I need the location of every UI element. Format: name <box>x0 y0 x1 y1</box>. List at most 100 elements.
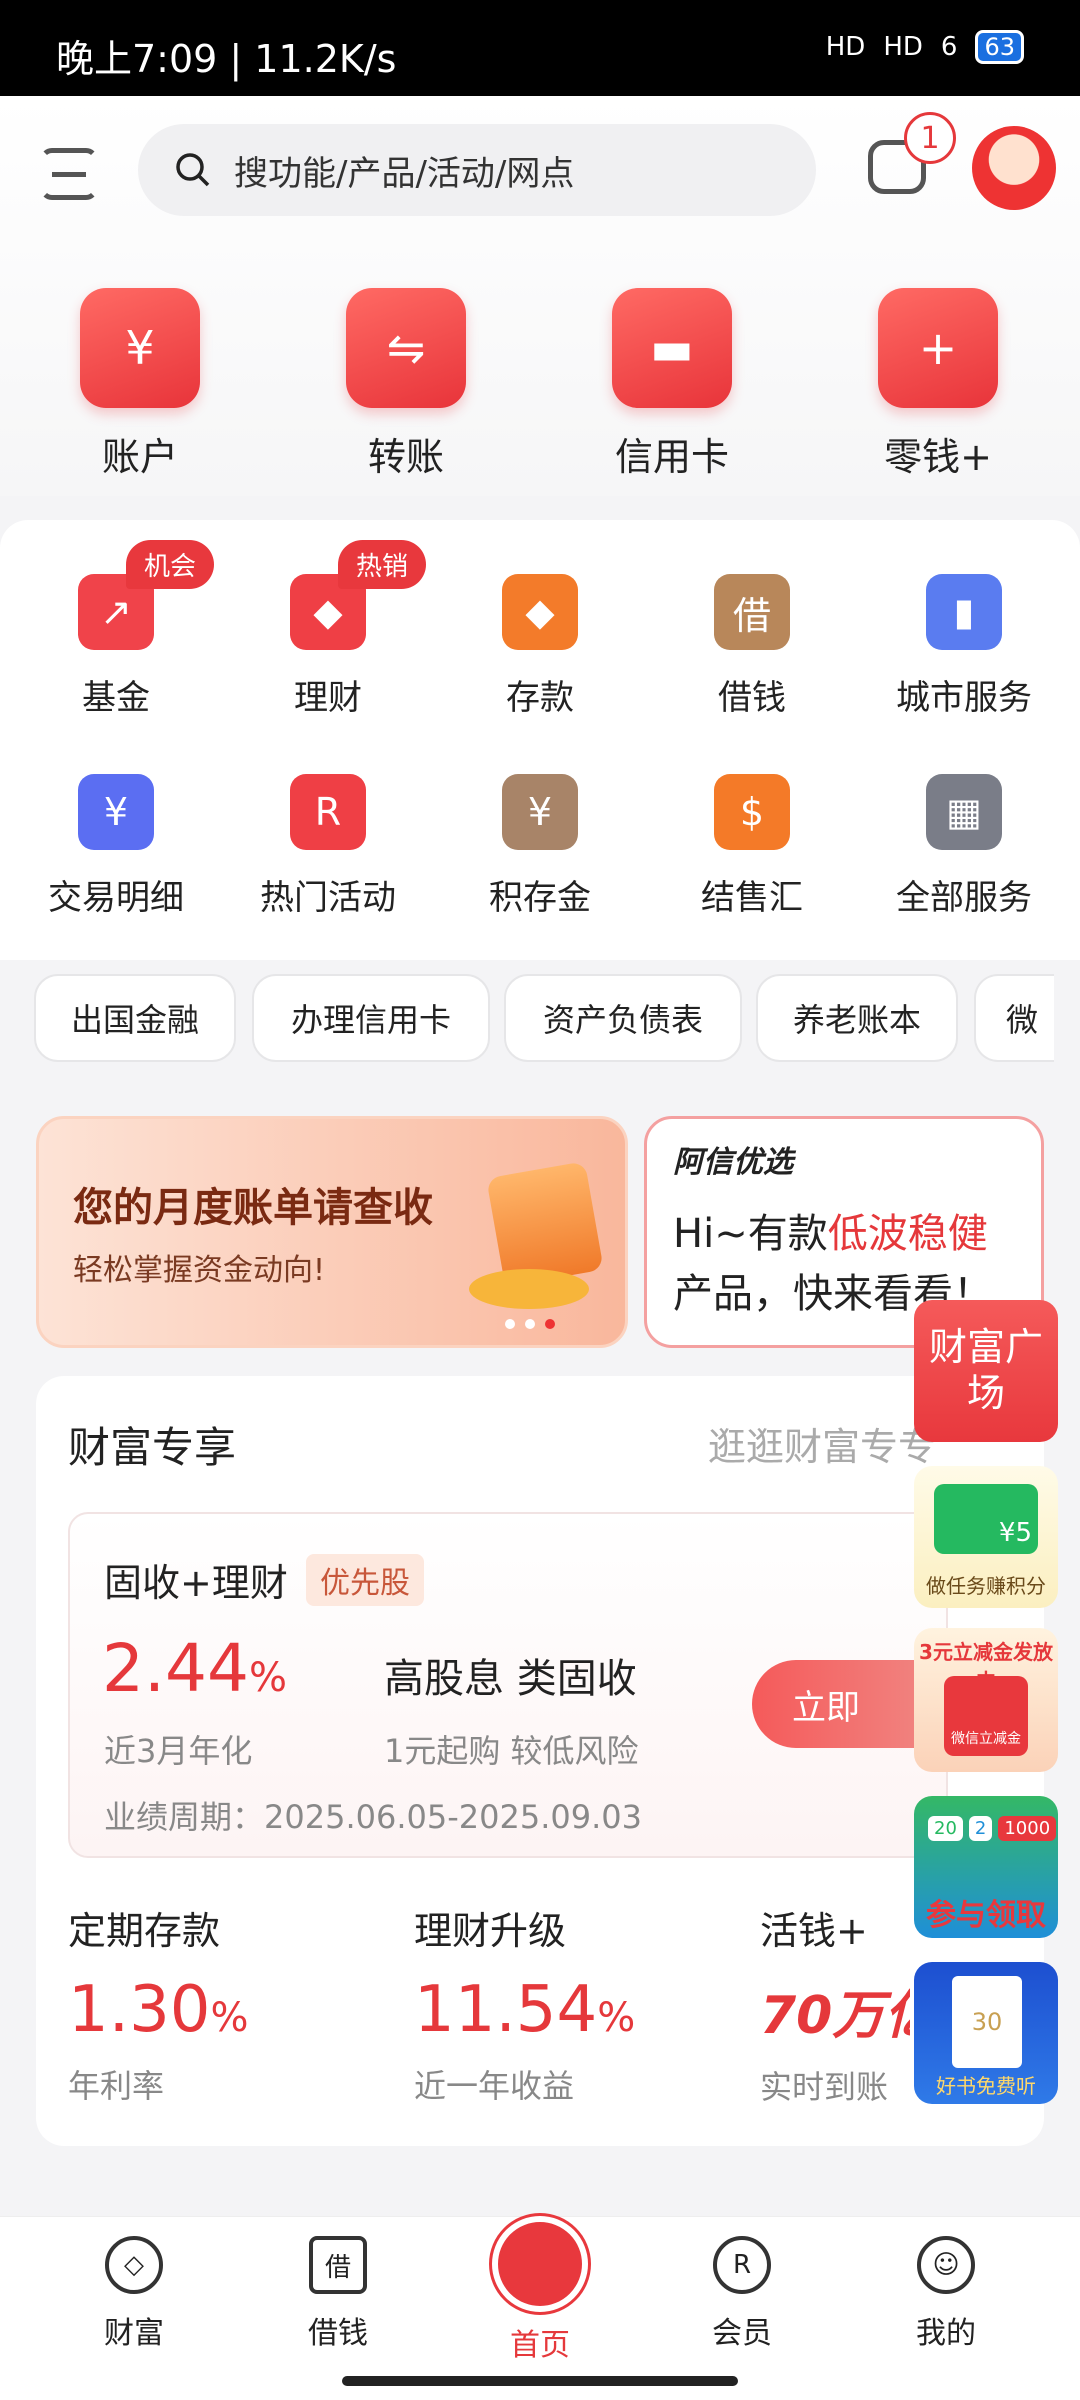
service-icon: R <box>290 774 366 850</box>
service-label: 理财 <box>294 678 362 718</box>
task-label: 做任务赚积分 <box>926 1574 1046 1598</box>
nav-3[interactable]: R 会员 <box>662 2236 822 2352</box>
bill-illustration-icon <box>486 1161 604 1287</box>
nav-icon: ◇ <box>105 2236 163 2294</box>
battery-icon: 63 <box>975 30 1024 64</box>
top-action-1[interactable]: ⇋ 转账 <box>306 288 506 481</box>
status-time: 晚上7:09 | 11.2K/s <box>56 37 397 81</box>
top-action-icon: ▬ <box>612 288 732 408</box>
nav-icon: 借 <box>309 2236 367 2294</box>
join-float[interactable]: 20 2 1000 参与领取 <box>914 1796 1058 1938</box>
service-item-2[interactable]: ◆ 存款 <box>440 574 640 719</box>
bill-banner[interactable]: 您的月度账单请查收 轻松掌握资金动向! <box>36 1116 628 1348</box>
search-placeholder: 搜功能/产品/活动/网点 <box>234 153 575 194</box>
top-action-2[interactable]: ▬ 信用卡 <box>572 288 772 481</box>
service-item-1[interactable]: ◆ 理财 <box>228 574 428 719</box>
top-action-icon: ⇋ <box>346 288 466 408</box>
signal-icon: HD <box>825 32 866 62</box>
top-action-label: 零钱+ <box>884 435 992 479</box>
nav-icon: R <box>713 2236 771 2294</box>
promo-line1: Hi~有款低波稳健 <box>673 1211 988 1257</box>
wifi-icon: 6 <box>940 32 958 62</box>
join-label: 参与领取 <box>926 1898 1046 1933</box>
service-icon: ¥ <box>78 774 154 850</box>
nav-label: 我的 <box>916 2316 976 2351</box>
wealth-item-value: 11.54% <box>414 1973 636 2047</box>
book-float[interactable]: 30 好书免费听 <box>914 1962 1058 2104</box>
nav-icon: ☺ <box>917 2236 975 2294</box>
service-item-4[interactable]: ▮ 城市服务 <box>864 574 1064 719</box>
avatar[interactable] <box>972 126 1056 210</box>
service-tag: 机会 <box>126 540 215 589</box>
service-label: 结售汇 <box>701 878 803 918</box>
task-float[interactable]: ¥5 做任务赚积分 <box>914 1466 1058 1608</box>
wealth-item-2[interactable]: 活钱+ 70万亿 实时到账 <box>760 1900 910 2108</box>
product-feature: 高股息 类固收 <box>384 1656 637 1702</box>
service-item-7[interactable]: ¥ 积存金 <box>440 774 640 919</box>
message-badge: 1 <box>904 112 956 164</box>
wealth-item-title: 活钱+ <box>760 1909 868 1953</box>
nav-2[interactable]: 首页 <box>460 2216 620 2364</box>
coin-base-icon <box>469 1269 589 1309</box>
service-label: 积存金 <box>489 878 591 918</box>
home-logo-icon <box>492 2216 588 2312</box>
service-icon: $ <box>714 774 790 850</box>
wealth-item-title: 定期存款 <box>68 1909 221 1953</box>
service-item-3[interactable]: 借 借钱 <box>652 574 852 719</box>
banner-dots <box>505 1319 555 1329</box>
wechat-coupon-icon: ¥5 <box>934 1484 1038 1554</box>
top-action-label: 转账 <box>367 435 444 479</box>
nav-4[interactable]: ☺ 我的 <box>866 2236 1026 2352</box>
product-name: 固收+理财 <box>104 1561 288 1605</box>
bill-banner-subtitle: 轻松掌握资金动向! <box>73 1253 326 1288</box>
product-period: 业绩周期：2025.06.05-2025.09.03 <box>104 1798 642 1836</box>
top-action-3[interactable]: + 零钱+ <box>838 288 1038 481</box>
top-action-label: 账户 <box>101 435 178 479</box>
service-item-5[interactable]: ¥ 交易明细 <box>16 774 216 919</box>
search-input[interactable]: 搜功能/产品/活动/网点 <box>138 124 816 216</box>
promo-brand: 阿信优选 <box>673 1145 793 1180</box>
wealth-more-link[interactable]: 逛逛财富专专 <box>708 1416 936 1471</box>
wealth-item-title: 理财升级 <box>414 1909 567 1953</box>
wealth-plaza-float[interactable]: 财富广场 <box>914 1300 1058 1442</box>
nav-label: 借钱 <box>308 2316 368 2351</box>
product-rate: 2.44% <box>102 1630 287 1707</box>
chip-1[interactable]: 办理信用卡 <box>252 974 490 1062</box>
product-rate-label: 近3月年化 <box>104 1732 253 1770</box>
wealth-item-1[interactable]: 理财升级 11.54% 近一年收益 <box>414 1900 734 2107</box>
wealth-item-label: 年利率 <box>68 2067 165 2105</box>
signal-icon-2: HD <box>883 32 923 62</box>
book-label: 好书免费听 <box>936 2074 1036 2098</box>
service-item-0[interactable]: ↗ 基金 <box>16 574 216 719</box>
service-icon: ▦ <box>926 774 1002 850</box>
nav-0[interactable]: ◇ 财富 <box>54 2236 214 2352</box>
wealth-item-value: 70万亿 <box>760 1986 910 2046</box>
coupon-sub: 微信立减金 <box>944 1676 1028 1756</box>
nav-label: 财富 <box>104 2316 164 2351</box>
chip-2[interactable]: 资产负债表 <box>504 974 742 1062</box>
service-label: 基金 <box>82 678 150 718</box>
chip-4[interactable]: 微 <box>974 974 1054 1062</box>
status-bar: 晚上7:09 | 11.2K/s HD HD 6 63 <box>0 0 1080 96</box>
service-icon: ¥ <box>502 774 578 850</box>
wealth-item-0[interactable]: 定期存款 1.30% 年利率 <box>68 1900 388 2107</box>
service-label: 交易明细 <box>48 878 184 918</box>
service-label: 全部服务 <box>896 878 1032 918</box>
chip-0[interactable]: 出国金融 <box>34 974 236 1062</box>
service-label: 城市服务 <box>896 678 1032 718</box>
coupon-float[interactable]: 3元立减金发放中 微信立减金 <box>914 1628 1058 1772</box>
scan-line <box>52 172 86 177</box>
service-item-6[interactable]: R 热门活动 <box>228 774 428 919</box>
service-item-8[interactable]: $ 结售汇 <box>652 774 852 919</box>
bill-banner-title: 您的月度账单请查收 <box>73 1185 433 1231</box>
search-icon <box>176 153 210 187</box>
nav-1[interactable]: 借 借钱 <box>258 2236 418 2352</box>
top-action-0[interactable]: ¥ 账户 <box>40 288 240 481</box>
service-item-9[interactable]: ▦ 全部服务 <box>864 774 1064 919</box>
top-action-icon: ¥ <box>80 288 200 408</box>
service-icon: ▮ <box>926 574 1002 650</box>
service-label: 存款 <box>506 678 574 718</box>
chip-3[interactable]: 养老账本 <box>756 974 958 1062</box>
top-action-icon: + <box>878 288 998 408</box>
service-icon: ◆ <box>502 574 578 650</box>
